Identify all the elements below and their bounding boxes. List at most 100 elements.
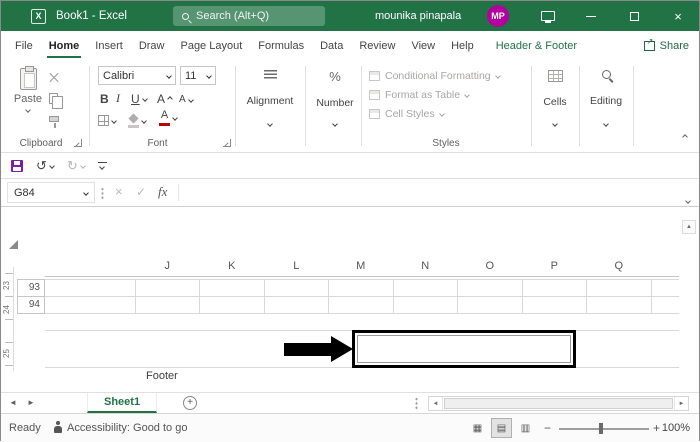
tab-scrollbar-splitter[interactable]: [415, 397, 418, 410]
paste-button[interactable]: Paste: [11, 66, 45, 132]
vertical-ruler: [13, 267, 14, 371]
zoom-level[interactable]: 100%: [662, 422, 690, 434]
user-name[interactable]: mounika pinapala: [375, 1, 461, 31]
percent-icon: %: [329, 69, 341, 84]
page-layout-view-button[interactable]: ▤: [491, 418, 512, 438]
cut-button[interactable]: [49, 70, 75, 86]
clipboard-group-label: Clipboard: [19, 138, 63, 149]
tab-help[interactable]: Help: [443, 31, 482, 60]
row-header[interactable]: 93: [17, 279, 45, 297]
horizontal-scrollbar[interactable]: ◄ ►: [428, 396, 689, 411]
column-header[interactable]: P: [522, 257, 587, 276]
borders-button[interactable]: [98, 112, 117, 129]
next-sheet-button[interactable]: ►: [27, 399, 35, 407]
copy-button[interactable]: [49, 90, 75, 109]
enter-button[interactable]: ✓: [136, 185, 146, 199]
cancel-button[interactable]: ×: [115, 184, 123, 199]
search-box[interactable]: Search (Alt+Q): [173, 6, 325, 26]
previous-sheet-button[interactable]: ◄: [9, 399, 17, 407]
scroll-left-button[interactable]: ◄: [429, 397, 443, 410]
expand-formula-bar-button[interactable]: [685, 190, 691, 208]
sheet-tab-sheet1[interactable]: Sheet1: [87, 393, 158, 413]
underline-button[interactable]: U: [131, 90, 148, 107]
formula-input[interactable]: [182, 182, 673, 203]
ribbon-display-options-button[interactable]: [529, 1, 567, 31]
tab-data[interactable]: Data: [312, 31, 351, 60]
share-button[interactable]: ↗ Share: [643, 31, 689, 60]
increase-font-size-button[interactable]: A: [157, 90, 173, 107]
zoom-out-button[interactable]: −: [544, 421, 551, 435]
conditional-formatting-button[interactable]: Conditional Formatting: [369, 70, 501, 82]
minimize-button[interactable]: [571, 1, 611, 31]
clipboard-dialog-launcher-icon[interactable]: [74, 139, 82, 147]
font-size-combobox[interactable]: 11: [180, 66, 216, 85]
column-header[interactable]: M: [329, 257, 394, 276]
ruler-tick: [5, 296, 13, 297]
format-as-table-icon: [369, 90, 380, 100]
tab-file[interactable]: File: [7, 31, 41, 60]
collapse-ribbon-button[interactable]: [682, 126, 688, 144]
accessibility-status[interactable]: Accessibility: Good to go: [67, 422, 187, 434]
column-header[interactable]: K: [200, 257, 265, 276]
tab-page-layout[interactable]: Page Layout: [172, 31, 250, 60]
zoom-slider-track[interactable]: [559, 428, 649, 430]
alignment-group-button[interactable]: Alignment: [239, 70, 301, 127]
column-header[interactable]: Q: [587, 257, 652, 276]
bold-button[interactable]: B: [100, 90, 109, 107]
cells-group-button[interactable]: Cells: [533, 70, 577, 127]
format-painter-button[interactable]: [49, 111, 75, 128]
font-name-combobox[interactable]: Calibri: [98, 66, 176, 85]
tab-header-footer[interactable]: Header & Footer: [488, 31, 585, 60]
tab-view[interactable]: View: [403, 31, 443, 60]
conditional-formatting-icon: [369, 71, 380, 81]
undo-button[interactable]: ↺: [36, 158, 55, 174]
format-painter-icon: [49, 116, 59, 128]
scroll-right-button[interactable]: ►: [674, 397, 688, 410]
worksheet-area[interactable]: ▲ 23 24 25 J K L M N O P Q 93 94 Footer: [1, 207, 699, 392]
column-header[interactable]: N: [393, 257, 458, 276]
scroll-up-button[interactable]: ▲: [682, 220, 696, 234]
grid-line: [586, 279, 587, 314]
editing-group-button[interactable]: Editing: [581, 70, 631, 127]
group-divider: [531, 66, 532, 146]
horizontal-scrollbar-thumb[interactable]: [444, 398, 673, 409]
tab-formulas[interactable]: Formulas: [250, 31, 312, 60]
column-header-underline: [45, 276, 679, 277]
add-sheet-button[interactable]: +: [183, 396, 197, 410]
formula-bar-splitter[interactable]: [101, 187, 104, 200]
close-button[interactable]: ×: [657, 1, 699, 31]
insert-function-button[interactable]: fx: [158, 184, 167, 200]
cut-icon: [49, 73, 59, 83]
fill-color-button[interactable]: [128, 112, 147, 129]
name-box[interactable]: G84: [7, 182, 95, 203]
normal-view-button[interactable]: ▦: [467, 418, 488, 438]
zoom-slider-thumb[interactable]: [599, 423, 603, 434]
redo-button[interactable]: ↻: [67, 158, 86, 174]
footer-center-textbox[interactable]: [352, 330, 576, 368]
cell-styles-button[interactable]: Cell Styles: [369, 108, 445, 120]
format-as-table-button[interactable]: Format as Table: [369, 89, 470, 101]
column-header[interactable]: L: [264, 257, 329, 276]
select-all-corner[interactable]: [9, 240, 18, 249]
grid-line: [457, 279, 458, 314]
tab-draw[interactable]: Draw: [131, 31, 173, 60]
page-break-preview-button[interactable]: ▥: [515, 418, 536, 438]
maximize-button[interactable]: [614, 1, 654, 31]
font-color-button[interactable]: A: [159, 109, 178, 126]
italic-button[interactable]: I: [116, 90, 120, 107]
tab-insert[interactable]: Insert: [87, 31, 131, 60]
number-group-button[interactable]: % Number: [309, 69, 361, 127]
column-header[interactable]: O: [458, 257, 523, 276]
customize-quick-access-toolbar-button[interactable]: [97, 162, 107, 170]
font-dialog-launcher-icon[interactable]: [223, 139, 231, 147]
row-header[interactable]: 94: [17, 296, 45, 314]
decrease-font-size-button[interactable]: A: [179, 91, 194, 108]
user-avatar[interactable]: MP: [487, 5, 509, 27]
tab-home[interactable]: Home: [41, 31, 88, 60]
save-button[interactable]: [11, 159, 23, 172]
zoom-in-button[interactable]: +: [653, 421, 660, 435]
alignment-label: Alignment: [246, 94, 294, 107]
column-header[interactable]: J: [135, 257, 200, 276]
chevron-down-icon: [25, 107, 31, 113]
tab-review[interactable]: Review: [351, 31, 403, 60]
